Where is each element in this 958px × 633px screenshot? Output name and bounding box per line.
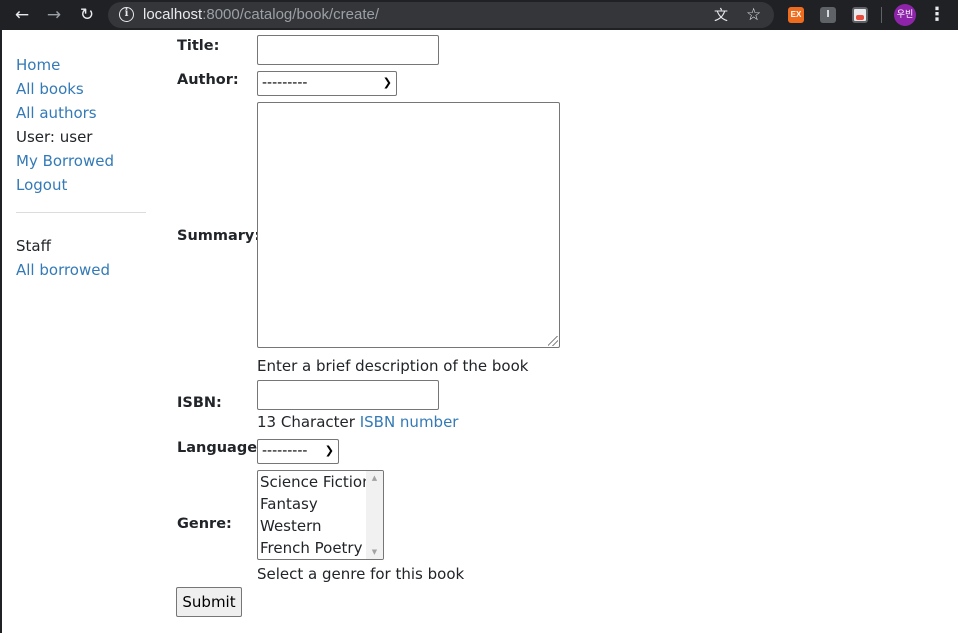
sidebar-nav: Home All books All authors User: user My…	[16, 53, 146, 282]
chevron-down-icon: ❯	[324, 444, 334, 457]
genre-option[interactable]: French Poetry	[258, 537, 383, 559]
scroll-down-arrow-icon[interactable]: ▼	[366, 545, 383, 559]
genre-option[interactable]: Science Fiction	[258, 471, 383, 493]
genre-scrollbar[interactable]: ▲ ▼	[366, 471, 383, 559]
genre-help-text: Select a genre for this book	[257, 565, 465, 583]
browser-menu-icon[interactable]: ⋮	[928, 4, 946, 26]
genre-option[interactable]: Western	[258, 515, 383, 537]
toolbar-separator	[881, 7, 882, 23]
sidebar-item-all-books[interactable]: All books	[16, 77, 146, 101]
language-label: Language:	[177, 440, 263, 456]
forward-arrow-icon[interactable]: →	[43, 4, 65, 26]
reload-icon[interactable]: ↻	[76, 4, 98, 26]
sidebar-item-my-borrowed[interactable]: My Borrowed	[16, 149, 146, 173]
browser-toolbar: ← → ↻ i localhost:8000/catalog/book/crea…	[0, 0, 958, 30]
sidebar-staff-heading: Staff	[16, 237, 51, 255]
resize-handle-icon[interactable]	[548, 336, 558, 346]
scroll-up-arrow-icon[interactable]: ▲	[366, 471, 383, 485]
sidebar-item-all-borrowed[interactable]: All borrowed	[16, 258, 146, 282]
summary-label: Summary:	[177, 228, 261, 244]
author-select[interactable]: --------- ❯	[257, 71, 397, 96]
site-info-icon[interactable]: i	[119, 7, 134, 22]
window-edge	[0, 30, 2, 633]
isbn-label: ISBN:	[177, 395, 222, 411]
isbn-input[interactable]	[257, 380, 439, 410]
submit-button[interactable]: Submit	[176, 587, 242, 617]
sidebar-item-logout[interactable]: Logout	[16, 173, 146, 197]
isbn-number-link[interactable]: ISBN number	[360, 413, 459, 431]
sidebar-divider	[16, 212, 146, 213]
extension-ex-icon[interactable]: EX	[788, 7, 804, 23]
chevron-down-icon: ❯	[382, 76, 392, 89]
isbn-help-text: 13 Character ISBN number	[257, 413, 458, 431]
extension-window-icon[interactable]	[852, 7, 868, 23]
back-arrow-icon[interactable]: ←	[11, 4, 33, 26]
sidebar-item-home[interactable]: Home	[16, 53, 146, 77]
language-select[interactable]: --------- ❯	[257, 439, 339, 464]
bookmark-star-icon[interactable]: ☆	[746, 5, 761, 25]
summary-help-text: Enter a brief description of the book	[257, 357, 529, 375]
isbn-help-prefix: 13 Character	[257, 413, 355, 431]
summary-textarea[interactable]	[257, 102, 560, 348]
address-bar[interactable]: i localhost:8000/catalog/book/create/ 文 …	[108, 2, 774, 28]
url-text[interactable]: localhost:8000/catalog/book/create/	[143, 6, 379, 23]
translate-icon[interactable]: 文	[714, 6, 728, 26]
language-selected-value: ---------	[262, 443, 308, 459]
sidebar-user-label: User: user	[16, 128, 93, 146]
profile-avatar[interactable]: 우빈	[894, 4, 916, 26]
extension-i-icon[interactable]: I	[820, 7, 836, 23]
author-label: Author:	[177, 72, 239, 88]
genre-multiselect[interactable]: Science Fiction Fantasy Western French P…	[257, 470, 384, 560]
title-label: Title:	[177, 38, 220, 54]
url-host: localhost	[143, 6, 203, 23]
author-selected-value: ---------	[262, 75, 308, 91]
url-path: :8000/catalog/book/create/	[202, 6, 379, 23]
sidebar-item-all-authors[interactable]: All authors	[16, 101, 146, 125]
genre-label: Genre:	[177, 516, 232, 532]
title-input[interactable]	[257, 35, 439, 65]
genre-option[interactable]: Fantasy	[258, 493, 383, 515]
